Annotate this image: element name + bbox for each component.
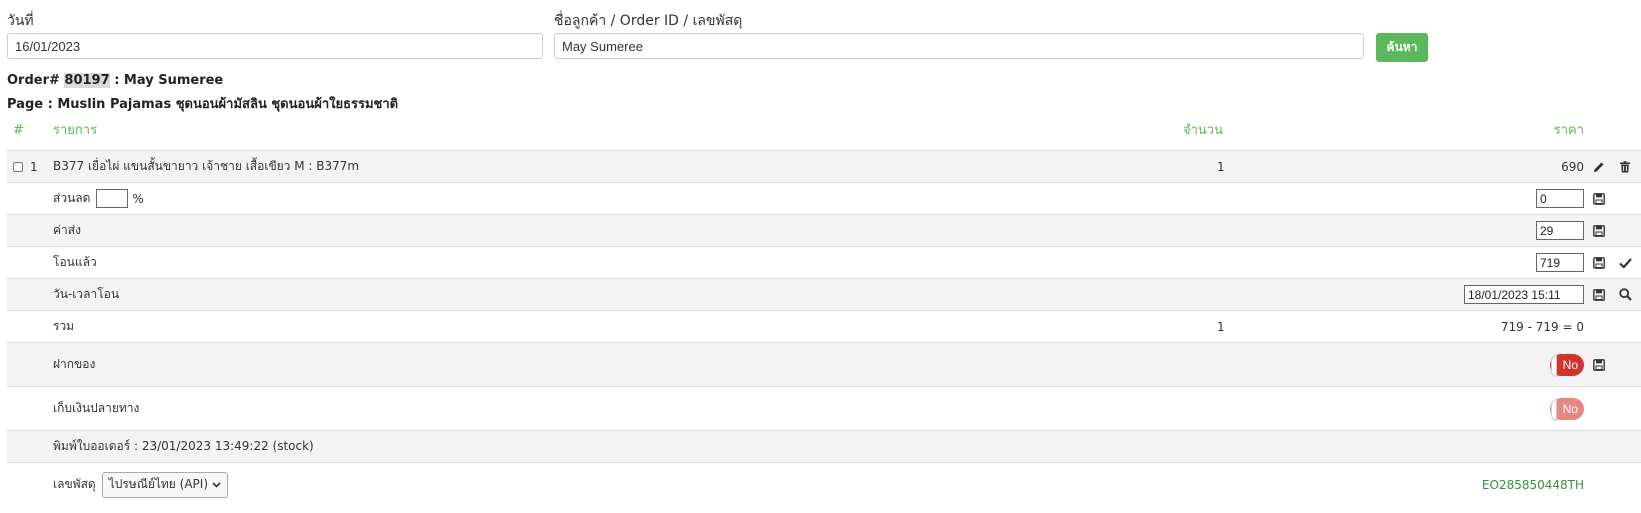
table-row-tracking: เลขพัสดุ ไปรษณีย์ไทย (API) EO285850448TH (7, 462, 1641, 506)
order-title: Order# 80197 : May Sumeree (7, 73, 223, 88)
shipping-input[interactable] (1536, 221, 1584, 240)
pencil-icon[interactable] (1593, 151, 1605, 182)
header-index: # (13, 123, 24, 138)
cod-label: เก็บเงินปลายทาง (53, 401, 140, 415)
percent-sign: % (132, 191, 144, 206)
save-icon[interactable] (1593, 279, 1605, 310)
total-label: รวม (53, 319, 75, 333)
shipping-label: ค่าส่ง (53, 223, 81, 237)
discount-label: ส่วนลด (53, 191, 91, 205)
save-icon[interactable] (1593, 247, 1605, 278)
tracking-label: เลขพัสดุ (53, 477, 96, 491)
chevron-down-icon (212, 481, 221, 488)
search-button[interactable]: ค้นหา (1376, 33, 1428, 62)
date-input[interactable] (7, 33, 543, 59)
transferred-input[interactable] (1536, 253, 1584, 272)
table-row-deposit: ฝากของ No (7, 342, 1641, 386)
total-value: 719 - 719 = 0 (1500, 319, 1584, 334)
order-customer: : May Sumeree (114, 73, 224, 88)
header-price: ราคา (1553, 123, 1584, 138)
total-qty: 1 (1217, 319, 1225, 334)
tracking-number[interactable]: EO285850448TH (1482, 463, 1584, 506)
transferred-label: โอนแล้ว (53, 255, 97, 269)
search-input[interactable] (554, 33, 1364, 59)
table-row-shipping: ค่าส่ง (7, 214, 1641, 246)
header-item: รายการ (53, 123, 98, 138)
save-icon[interactable] (1593, 183, 1605, 214)
item-qty: 1 (1217, 159, 1225, 174)
item-index: 1 (30, 159, 38, 174)
transfer-time-label: วัน-เวลาโอน (53, 287, 120, 301)
carrier-select[interactable]: ไปรษณีย์ไทย (API) (101, 471, 228, 498)
deposit-toggle[interactable]: No (1550, 353, 1584, 377)
table-row-printed: พิมพ์ใบออเดอร์ : 23/01/2023 13:49:22 (st… (7, 430, 1641, 462)
save-icon[interactable] (1593, 343, 1605, 386)
item-price: 690 (1561, 159, 1584, 174)
table-row-transfer-time: วัน-เวลาโอน (7, 278, 1641, 310)
carrier-value: ไปรษณีย์ไทย (API) (108, 477, 208, 491)
check-icon[interactable] (1619, 247, 1632, 278)
table-row-cod: เก็บเงินปลายทาง No (7, 386, 1641, 430)
order-id: 80197 (64, 73, 110, 88)
save-icon[interactable] (1593, 215, 1605, 246)
date-label: วันที่ (7, 13, 34, 29)
table-row-discount: ส่วนลด % (7, 182, 1641, 214)
order-page: Page : Muslin Pajamas ชุดนอนผ้ามัสลิน ชุ… (7, 97, 399, 112)
search-icon[interactable] (1619, 279, 1632, 310)
query-label: ชื่อลูกค้า / Order ID / เลขพัสดุ (554, 13, 743, 29)
discount-value-input[interactable] (1536, 189, 1584, 208)
discount-percent-input[interactable] (96, 189, 129, 208)
table-row-transferred: โอนแล้ว (7, 246, 1641, 278)
order-prefix: Order# (7, 73, 60, 88)
item-name: B377 เยื่อไผ่ แขนสั้นขายาว เจ้าชาย เสื้อ… (53, 159, 360, 173)
tracking-cell: เลขพัสดุ ไปรษณีย์ไทย (API) (53, 463, 228, 506)
table-row-item: 1 B377 เยื่อไผ่ แขนสั้นขายาว เจ้าชาย เสื… (7, 150, 1641, 182)
printed-info: พิมพ์ใบออเดอร์ : 23/01/2023 13:49:22 (st… (53, 439, 314, 453)
discount-cell: ส่วนลด % (53, 183, 144, 214)
trash-icon[interactable] (1619, 151, 1631, 182)
cod-toggle[interactable]: No (1550, 397, 1584, 421)
header-qty: จำนวน (1183, 123, 1223, 138)
table-row-total: รวม 1 719 - 719 = 0 (7, 310, 1641, 342)
deposit-label: ฝากของ (53, 357, 96, 371)
item-checkbox[interactable] (13, 161, 23, 172)
transfer-time-input[interactable] (1464, 285, 1584, 304)
